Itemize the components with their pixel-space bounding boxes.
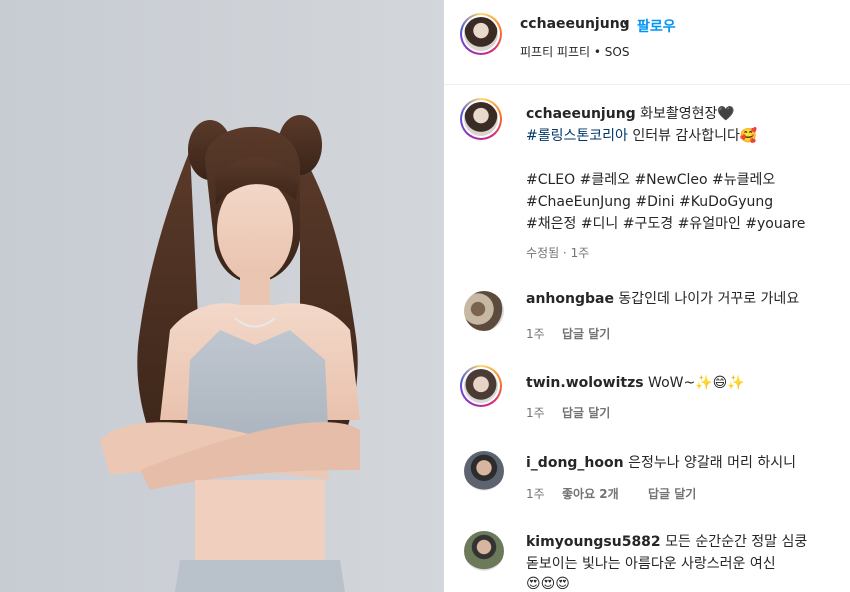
caption-username[interactable]: cchaeeunjung	[526, 106, 636, 122]
profile-avatar-icon[interactable]	[460, 13, 502, 55]
commenter-avatar-icon[interactable]	[460, 365, 502, 407]
hashtags-line-3[interactable]: #채은정 #디니 #구도경 #유얼마인 #youare	[526, 214, 805, 234]
comment-likes[interactable]: 좋아요 2개	[562, 485, 619, 502]
post-side-panel: cchaeeunjung • 팔로우 피프티 피프티 • SOS cchaeeu…	[444, 0, 850, 592]
comment-4: kimyoungsu5882 모든 순간순간 정말 심쿵	[526, 532, 807, 552]
commenter-avatar-icon[interactable]	[464, 451, 504, 491]
reply-button[interactable]: 답글 달기	[648, 485, 696, 502]
comment-1: anhongbae 동갑인데 나이가 거꾸로 가네요	[526, 289, 799, 309]
caption-line-2: #롤링스톤코리아 인터뷰 감사합니다🥰	[526, 126, 757, 146]
comment-time: 1주	[526, 487, 545, 501]
comment-text-line-3: 😍😍😍	[526, 576, 570, 592]
comment-text: 모든 순간순간 정말 심쿵	[665, 534, 808, 550]
post-photo[interactable]	[0, 0, 444, 592]
comment-2: twin.wolowitzs WoW~✨😄✨	[526, 373, 745, 393]
comment-username[interactable]: i_dong_hoon	[526, 455, 624, 471]
follow-button[interactable]: 팔로우	[637, 16, 676, 36]
hashtags-line-1[interactable]: #CLEO #클레오 #NewCleo #뉴클레오	[526, 170, 775, 190]
post-photo-illustration	[0, 0, 444, 592]
reply-button[interactable]: 답글 달기	[562, 404, 610, 421]
comment-time: 1주	[526, 327, 545, 341]
commenter-avatar-icon[interactable]	[464, 291, 504, 331]
caption-text-2: 인터뷰 감사합니다🥰	[627, 128, 758, 144]
audio-label[interactable]: 피프티 피프티 • SOS	[520, 43, 629, 60]
post-header: cchaeeunjung • 팔로우 피프티 피프티 • SOS	[444, 0, 850, 85]
comment-3: i_dong_hoon 은정누나 양갈래 머리 하시니	[526, 453, 796, 473]
comment-time: 1주	[526, 406, 545, 420]
comment-username[interactable]: anhongbae	[526, 291, 614, 307]
comment-text-line-2: 돋보이는 빛나는 아름다운 사랑스러운 여신	[526, 556, 776, 572]
comment-username[interactable]: twin.wolowitzs	[526, 375, 644, 391]
post-username[interactable]: cchaeeunjung	[520, 16, 630, 32]
hashtag-rollingstone[interactable]: #롤링스톤코리아	[526, 128, 628, 144]
comment-text: 은정누나 양갈래 머리 하시니	[628, 455, 796, 471]
hashtags-line-2[interactable]: #ChaeEunJung #Dini #KuDoGyung	[526, 192, 773, 212]
separator-dot: •	[622, 16, 631, 32]
caption-text-1: 화보촬영현장🖤	[640, 106, 735, 122]
comment-username[interactable]: kimyoungsu5882	[526, 534, 661, 550]
caption-line-1: cchaeeunjung 화보촬영현장🖤	[526, 104, 735, 124]
reply-button[interactable]: 답글 달기	[562, 325, 610, 342]
comment-text: WoW~✨😄✨	[648, 375, 745, 391]
caption-avatar-icon[interactable]	[460, 98, 502, 140]
comment-text: 동갑인데 나이가 거꾸로 가네요	[618, 291, 800, 307]
commenter-avatar-icon[interactable]	[464, 531, 504, 571]
caption-meta: 수정됨 · 1주	[526, 246, 590, 260]
